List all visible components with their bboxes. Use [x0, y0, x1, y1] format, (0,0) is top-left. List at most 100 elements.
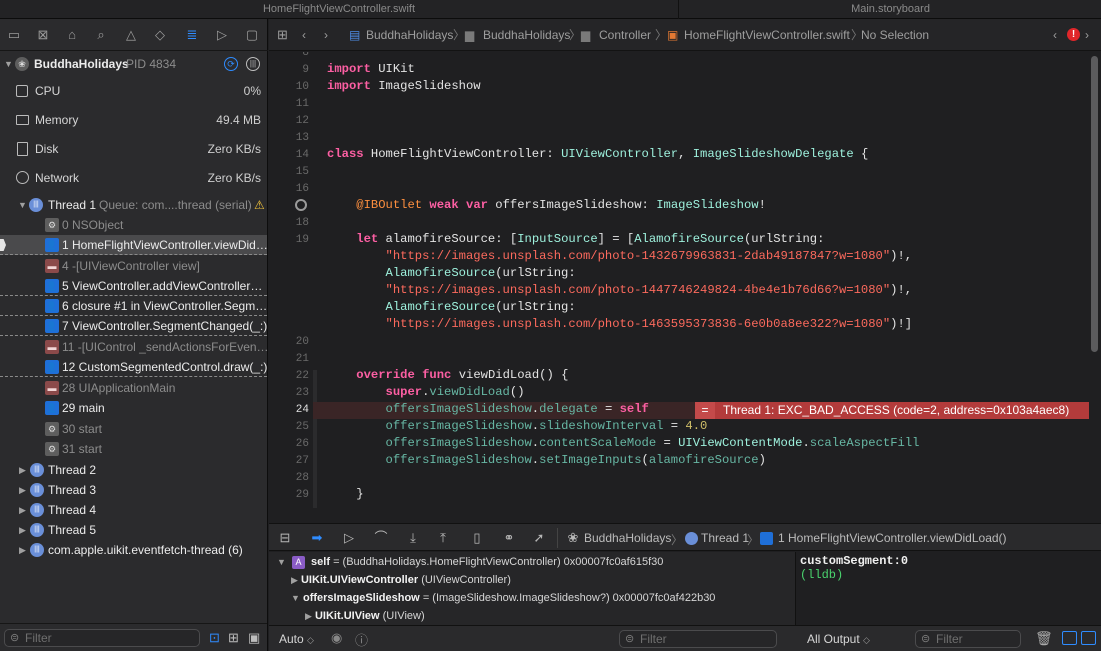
filter-crash-icon[interactable]: ⊞	[228, 630, 239, 646]
back-icon[interactable]: ‹	[302, 27, 306, 43]
code-line: offersImageSlideshow.delegate = self	[385, 402, 649, 416]
disclosure-down-icon[interactable]: ▼	[4, 54, 13, 74]
variable-row[interactable]: ▼ offersImageSlideshow = (ImageSlideshow…	[291, 589, 715, 607]
breakpoints-toggle-icon[interactable]: ➡	[309, 530, 325, 546]
thread-row[interactable]: ▶ ||| com.apple.uikit.eventfetch-thread (6…	[0, 540, 267, 560]
thread-row[interactable]: ▶ ||| Thread 2	[0, 460, 267, 480]
disclosure-down-icon[interactable]: ▼	[291, 593, 300, 603]
project-icon: ▤	[349, 28, 361, 42]
error-annotation[interactable]: = Thread 1: EXC_BAD_ACCESS (code=2, addr…	[695, 402, 1089, 419]
folder-icon[interactable]: ▭	[6, 27, 22, 43]
debug-navigator-icon[interactable]: ≣	[184, 27, 200, 43]
code-fold-ribbon[interactable]	[313, 370, 317, 508]
variable-row[interactable]: ▼ A self = (BuddhaHolidays.HomeFlightVie…	[277, 553, 663, 571]
gauge-network[interactable]: Network Zero KB/s	[0, 168, 267, 188]
symbol-icon[interactable]: ⌂	[64, 27, 80, 43]
jump-group[interactable]: BuddhaHolidays	[483, 27, 570, 43]
thread-view-icon[interactable]: |||	[246, 57, 260, 71]
thread-row[interactable]: ▶ ||| Thread 3	[0, 480, 267, 500]
prev-issue-icon[interactable]: ‹	[1053, 27, 1057, 43]
filter-running-icon[interactable]: ▣	[248, 630, 260, 646]
outlet-connection-icon[interactable]	[295, 199, 307, 211]
navigator-filter-input[interactable]: ⊜ Filter	[4, 629, 200, 647]
jump-symbol[interactable]: No Selection	[861, 27, 929, 43]
swift-file-icon: ▣	[667, 28, 679, 42]
continue-icon[interactable]: ▷	[341, 530, 357, 546]
stack-frame-row[interactable]: ▬ 4 -[UIViewController view]	[0, 256, 267, 276]
stack-frame-row[interactable]: ⚙ 0 NSObject	[0, 215, 267, 235]
disclosure-right-icon[interactable]: ▶	[305, 611, 312, 621]
test-icon[interactable]: ◇	[152, 27, 168, 43]
breakpoint-icon[interactable]: ▷	[214, 27, 230, 43]
process-row[interactable]: ▼ ❀ BuddhaHolidays PID 4834 ⟳ |||	[0, 54, 267, 74]
related-items-icon[interactable]: ⊞	[277, 27, 288, 43]
debug-crumb-app[interactable]: BuddhaHolidays	[584, 531, 671, 545]
search-icon[interactable]: ⌕	[93, 27, 109, 43]
warning-icon[interactable]: △	[123, 27, 139, 43]
code-line: let alamofireSource: [InputSource] = [Al…	[356, 232, 825, 246]
view-hierarchy-icon[interactable]: ▯	[469, 530, 485, 546]
stack-frame-row[interactable]: ▬ 11 -[UIControl _sendActionsForEven…	[0, 337, 267, 357]
step-over-icon[interactable]: ⌒	[373, 530, 389, 546]
trash-icon[interactable]: 🗑	[1035, 630, 1053, 647]
disclosure-down-icon[interactable]: ▼	[277, 557, 286, 567]
disclosure-right-icon[interactable]: ▶	[19, 520, 26, 540]
variables-scope-select[interactable]: Auto ◇	[279, 632, 314, 646]
stack-frame-row[interactable]: 👤 29 main	[0, 398, 267, 418]
editor-scrollbar[interactable]	[1091, 56, 1098, 352]
jump-project[interactable]: BuddhaHolidays	[366, 27, 453, 43]
gauge-icon[interactable]: ⟳	[224, 57, 238, 71]
console-filter-input[interactable]: ⊜ Filter	[915, 630, 1021, 648]
stack-frame-row[interactable]: ▬ 28 UIApplicationMain	[0, 378, 267, 398]
next-issue-icon[interactable]: ›	[1085, 27, 1089, 43]
stack-frame-row[interactable]: 👤 1 HomeFlightViewController.viewDid…	[0, 235, 267, 255]
stack-frame-row[interactable]: 👤 12 CustomSegmentedControl.draw(_:)	[0, 357, 267, 377]
tab-homeflightviewcontroller[interactable]: HomeFlightViewController.swift	[0, 0, 679, 19]
variables-view[interactable]: ▼ A self = (BuddhaHolidays.HomeFlightVie…	[269, 552, 796, 625]
debug-crumb-frame[interactable]: 1 HomeFlightViewController.viewDidLoad()	[778, 531, 1007, 545]
variable-row[interactable]: ▶ UIKit.UIView (UIView)	[305, 607, 425, 625]
disclosure-right-icon[interactable]: ▶	[291, 575, 298, 585]
report-icon[interactable]: ▢	[244, 27, 260, 43]
show-variables-icon[interactable]	[1062, 631, 1077, 645]
thread-row[interactable]: ▶ ||| Thread 5	[0, 520, 267, 540]
step-into-icon[interactable]: ⤓	[405, 530, 421, 546]
location-icon[interactable]: ➚	[531, 530, 547, 546]
console-output-select[interactable]: All Output ◇	[807, 632, 870, 646]
thread-1-row[interactable]: ▼ ||| Thread 1 Queue: com....thread (ser…	[0, 195, 267, 215]
gauge-cpu[interactable]: CPU 0%	[0, 81, 267, 101]
gauge-memory[interactable]: Memory 49.4 MB	[0, 110, 267, 130]
disclosure-right-icon[interactable]: ▶	[19, 460, 26, 480]
source-editor[interactable]: 8 9 10 11 12 13 14 15 16 18 19 20 21 22 23 24 25 26 27 28 29…	[269, 52, 1101, 522]
stack-frame-row[interactable]: 👤 5 ViewController.addViewController…	[0, 276, 267, 296]
tab-main-storyboard[interactable]: Main.storyboard	[680, 0, 1101, 19]
disclosure-right-icon[interactable]: ▶	[19, 480, 26, 500]
step-out-icon[interactable]: ⤒	[435, 530, 451, 546]
gauge-disk[interactable]: Disk Zero KB/s	[0, 139, 267, 159]
disclosure-down-icon[interactable]: ▼	[18, 195, 27, 215]
variables-filter-input[interactable]: ⊜ Filter	[619, 630, 777, 648]
console-output[interactable]: customSegment:0 (lldb)	[797, 552, 1101, 625]
disclosure-right-icon[interactable]: ▶	[19, 500, 26, 520]
chevron-updown-icon: ◇	[307, 635, 314, 645]
stack-frame-row[interactable]: ⚙ 31 start	[0, 439, 267, 459]
show-console-icon[interactable]	[1081, 631, 1096, 645]
hide-debug-area-icon[interactable]: ⊟	[277, 530, 293, 546]
source-control-icon[interactable]: ⊠	[35, 27, 51, 43]
quick-look-icon[interactable]: ◉	[331, 630, 342, 646]
disclosure-right-icon[interactable]: ▶	[19, 540, 26, 560]
variable-row[interactable]: ▶ UIKit.UIViewController (UIViewControll…	[291, 571, 511, 589]
error-icon[interactable]: !	[1067, 28, 1080, 41]
stack-frame-row[interactable]: 👤 7 ViewController.SegmentChanged(_:)	[0, 316, 267, 336]
memory-graph-icon[interactable]: ⚭	[501, 530, 517, 546]
stack-frame-row[interactable]: ⚙ 30 start	[0, 419, 267, 439]
forward-icon[interactable]: ›	[324, 27, 328, 43]
stack-frame-row[interactable]: 👤 6 closure #1 in ViewController.Segm…	[0, 296, 267, 316]
divider	[557, 528, 558, 548]
debug-crumb-thread[interactable]: Thread 1	[701, 531, 749, 545]
thread-row[interactable]: ▶ ||| Thread 4	[0, 500, 267, 520]
jump-file[interactable]: HomeFlightViewController.swift	[684, 27, 850, 43]
jump-folder[interactable]: Controller	[599, 27, 651, 43]
info-icon[interactable]: ⓘ	[355, 630, 368, 649]
filter-thread-icon[interactable]: ⊡	[209, 630, 220, 646]
